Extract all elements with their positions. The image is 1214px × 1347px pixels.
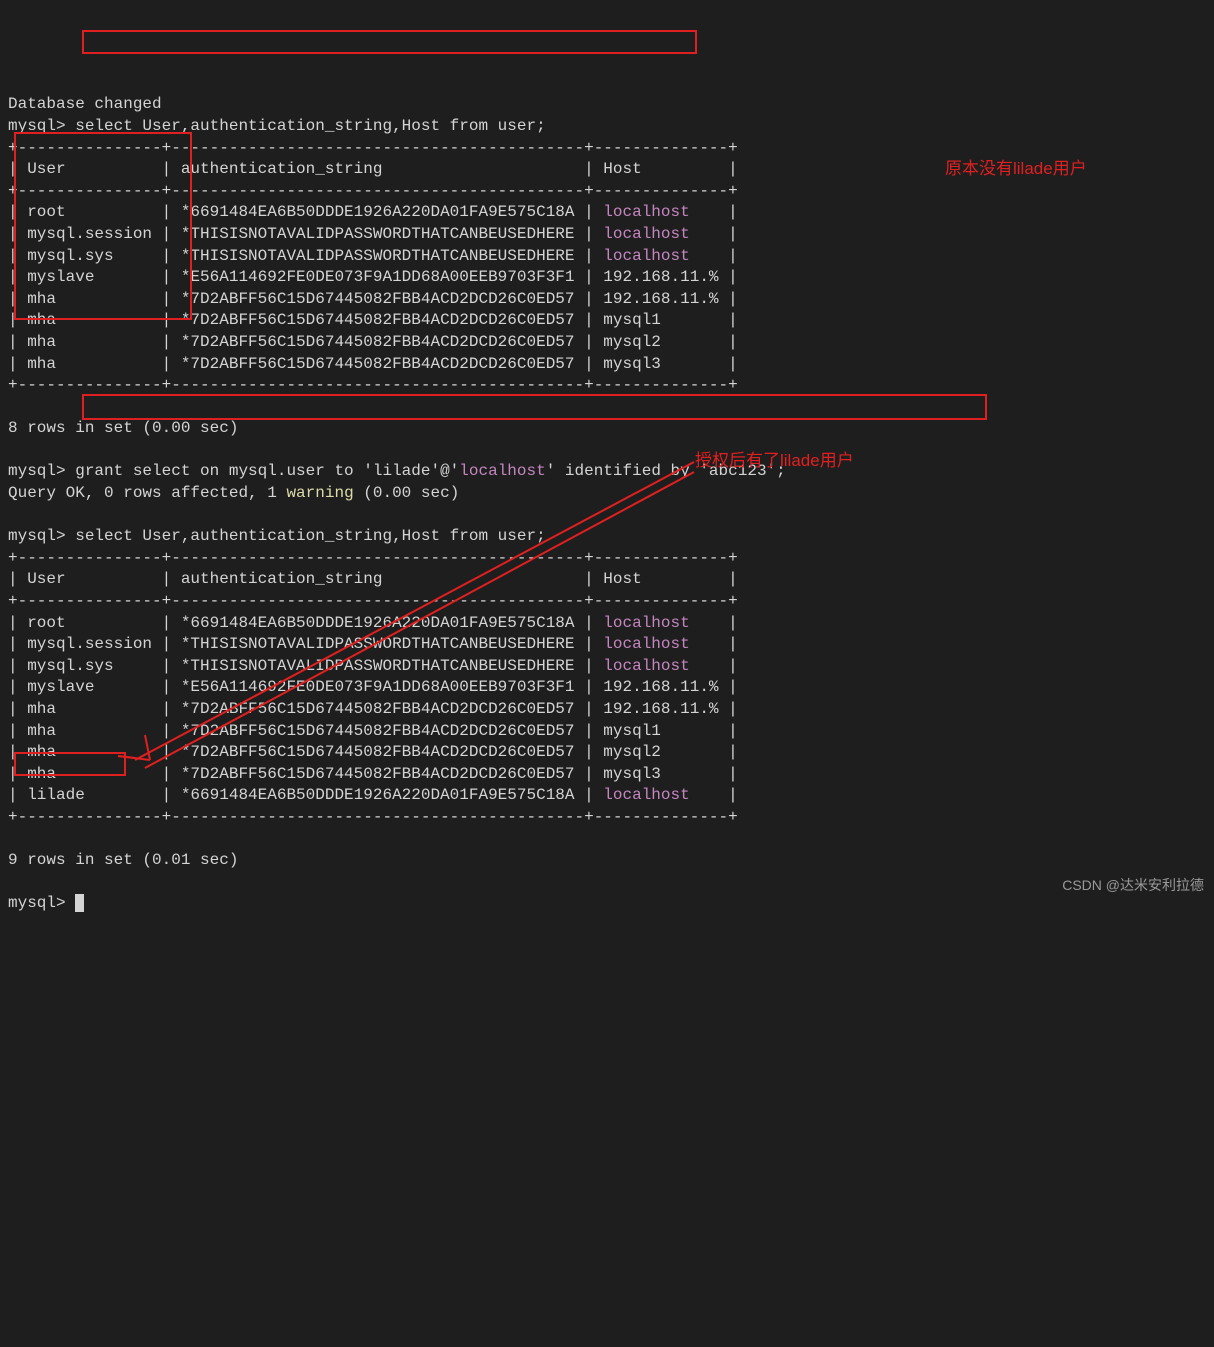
grant-result: Query OK, 0 rows affected, 1 bbox=[8, 484, 286, 502]
annotation-has-lilade: 授权后有了lilade用户 bbox=[695, 450, 854, 473]
table-row: | mysql.session | *THISISNOTAVALIDPASSWO… bbox=[8, 635, 603, 653]
table-row: | mha | *7D2ABFF56C15D67445082FBB4ACD2DC… bbox=[8, 722, 738, 740]
watermark: CSDN @达米安利拉德 bbox=[1062, 876, 1204, 895]
result-summary: 8 rows in set (0.00 sec) bbox=[8, 419, 238, 437]
db-changed-line: Database changed bbox=[8, 95, 162, 113]
host-localhost: localhost bbox=[603, 657, 689, 675]
host-localhost: localhost bbox=[603, 247, 689, 265]
table-row: | mysql.sys | *THISISNOTAVALIDPASSWORDTH… bbox=[8, 657, 603, 675]
cursor[interactable] bbox=[75, 894, 84, 912]
table-border: +---------------+-----------------------… bbox=[8, 592, 738, 610]
table-row: | mha | *7D2ABFF56C15D67445082FBB4ACD2DC… bbox=[8, 700, 738, 718]
highlight-box-grant-query bbox=[82, 394, 987, 420]
table-border: +---------------+-----------------------… bbox=[8, 808, 738, 826]
table-border: +---------------+-----------------------… bbox=[8, 549, 738, 567]
annotation-no-lilade: 原本没有lilade用户 bbox=[945, 158, 1087, 181]
highlight-box-query1 bbox=[82, 30, 697, 54]
table-row: | mha | *7D2ABFF56C15D67445082FBB4ACD2DC… bbox=[8, 333, 738, 351]
table-row: | myslave | *E56A114692FE0DE073F9A1DD68A… bbox=[8, 678, 738, 696]
mysql-prompt: mysql> bbox=[8, 527, 66, 545]
result-summary: 9 rows in set (0.01 sec) bbox=[8, 851, 238, 869]
host-localhost: localhost bbox=[603, 203, 689, 221]
table-row: | mha | *7D2ABFF56C15D67445082FBB4ACD2DC… bbox=[8, 355, 738, 373]
table-row: | lilade | *6691484EA6B50DDDE1926A220DA0… bbox=[8, 786, 603, 804]
host-localhost: localhost bbox=[603, 786, 689, 804]
host-localhost: localhost bbox=[603, 225, 689, 243]
table-border: +---------------+-----------------------… bbox=[8, 376, 738, 394]
host-localhost: localhost bbox=[603, 635, 689, 653]
mysql-prompt: mysql> bbox=[8, 894, 66, 912]
highlight-box-lilade-user bbox=[14, 752, 126, 776]
grant-host: localhost bbox=[459, 462, 545, 480]
table-header: | User | authentication_string | Host | bbox=[8, 570, 738, 588]
mysql-prompt: mysql> bbox=[8, 462, 66, 480]
grant-query: grant select on mysql.user to 'lilade'@' bbox=[66, 462, 460, 480]
host-localhost: localhost bbox=[603, 614, 689, 632]
table-row: | root | *6691484EA6B50DDDE1926A220DA01F… bbox=[8, 614, 603, 632]
highlight-box-user-column-1 bbox=[14, 132, 192, 320]
warning-keyword: warning bbox=[286, 484, 353, 502]
select-query-2: select User,authentication_string,Host f… bbox=[66, 527, 546, 545]
